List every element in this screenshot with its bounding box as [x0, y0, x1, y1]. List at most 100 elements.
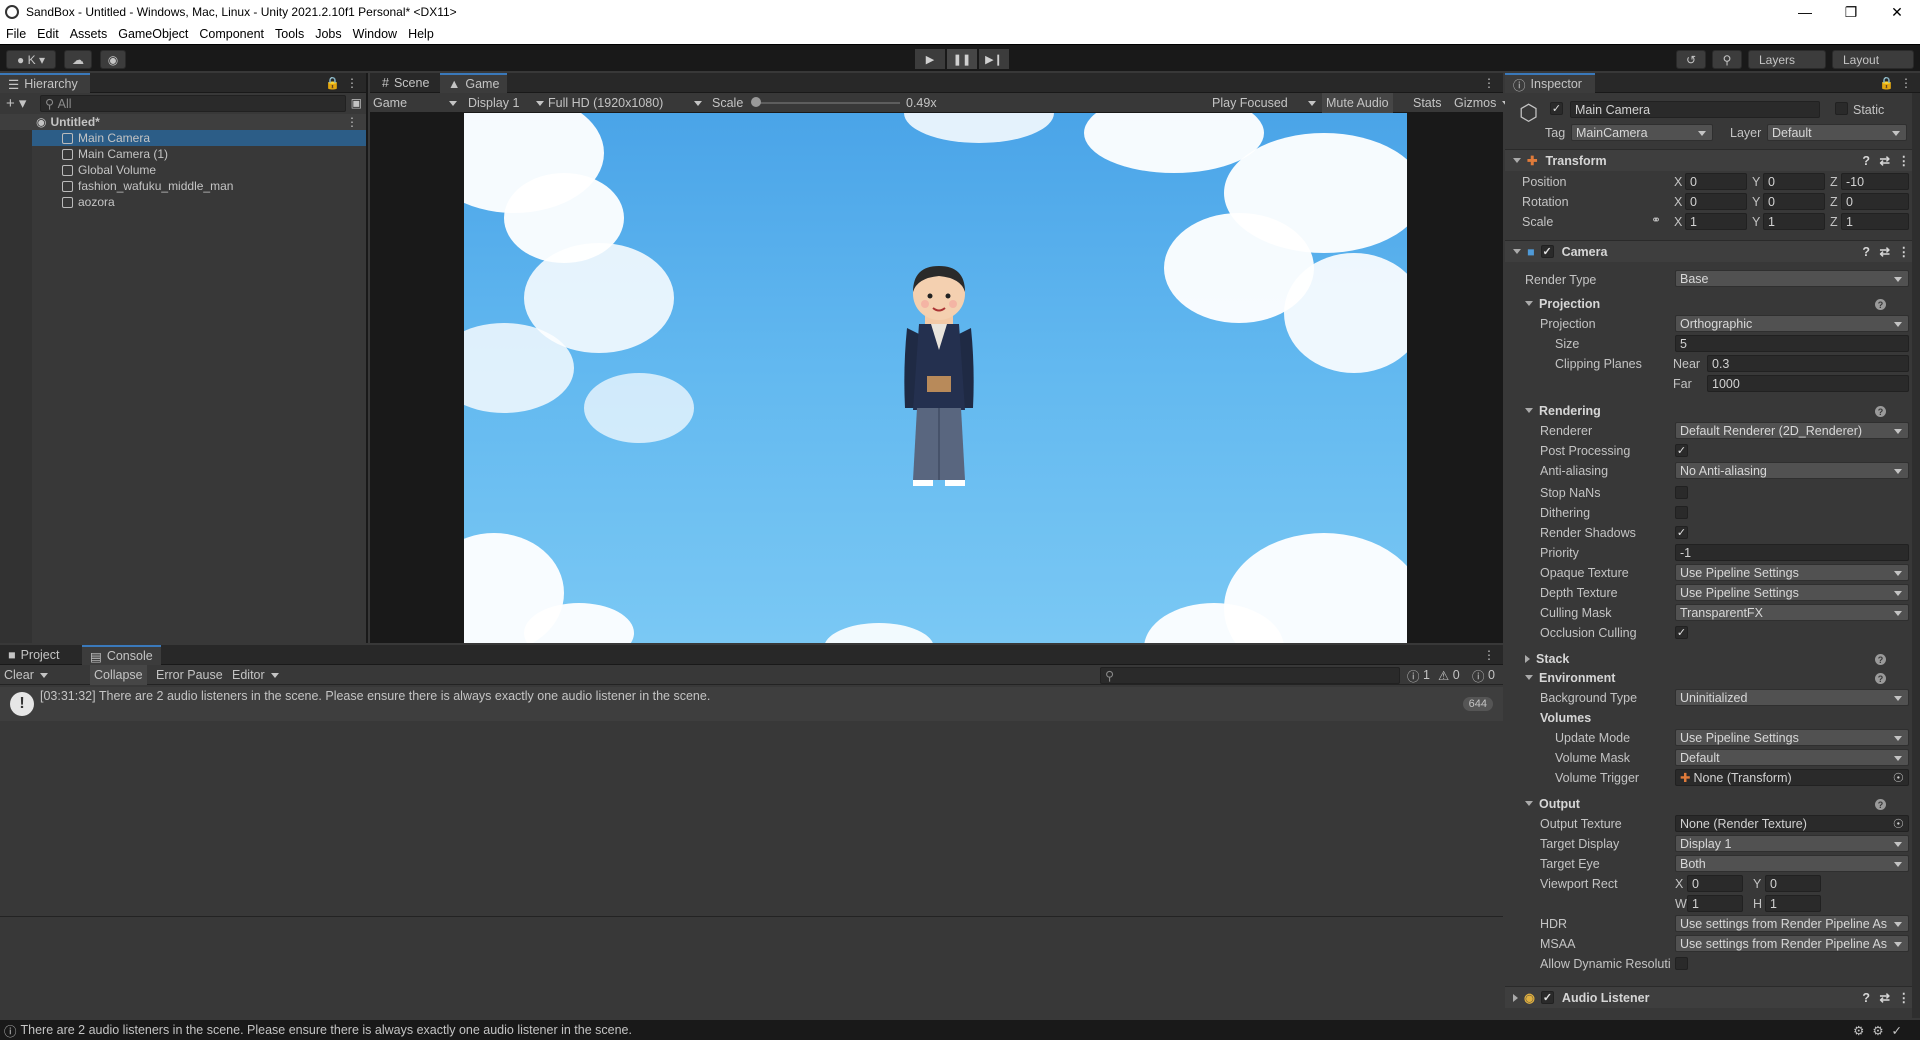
render-type-dropdown[interactable]: Base [1675, 270, 1909, 287]
help-icon[interactable]: ? [1875, 299, 1886, 310]
console-log-entry[interactable]: ! [03:31:32] There are 2 audio listeners… [0, 687, 1503, 721]
preset-icon[interactable]: ⇄ [1880, 153, 1890, 168]
hierarchy-item[interactable]: Main Camera [0, 130, 366, 146]
post-processing-checkbox[interactable]: ✓ [1675, 444, 1688, 457]
resolution-dropdown[interactable]: Full HD (1920x1080) [548, 93, 702, 113]
menu-window[interactable]: Window [353, 27, 397, 41]
tab-project[interactable]: ■ Project [0, 645, 67, 665]
opaque-texture-dropdown[interactable]: Use Pipeline Settings [1675, 564, 1909, 581]
position-z-field[interactable]: -10 [1841, 173, 1909, 190]
hierarchy-item[interactable]: Main Camera (1) [0, 146, 366, 162]
tab-scene[interactable]: # Scene [374, 73, 437, 93]
tab-hierarchy[interactable]: ☰ Hierarchy [0, 73, 90, 93]
hierarchy-item[interactable]: aozora [0, 194, 366, 210]
kebab-menu-icon[interactable]: ⋮ [346, 115, 358, 129]
pause-button[interactable]: ❚❚ [947, 49, 977, 69]
background-type-dropdown[interactable]: Uninitialized [1675, 689, 1909, 706]
depth-texture-dropdown[interactable]: Use Pipeline Settings [1675, 584, 1909, 601]
rotation-x-field[interactable]: 0 [1685, 193, 1747, 210]
scale-y-field[interactable]: 1 [1763, 213, 1825, 230]
inspector-scrollbar[interactable] [1912, 93, 1920, 1018]
scale-x-field[interactable]: 1 [1685, 213, 1747, 230]
dithering-checkbox[interactable] [1675, 506, 1688, 519]
layers-dropdown[interactable]: Layers [1748, 50, 1826, 69]
history-icon[interactable]: ↺ [1676, 50, 1706, 69]
scene-visibility-icon[interactable]: ▣ [351, 96, 362, 110]
error-pause-toggle[interactable]: Error Pause [156, 665, 223, 685]
maximize-button[interactable]: ❐ [1828, 0, 1874, 24]
warning-count-toggle[interactable]: ⚠ 0 [1438, 665, 1460, 685]
menu-tools[interactable]: Tools [275, 27, 304, 41]
hdr-dropdown[interactable]: Use settings from Render Pipeline As [1675, 915, 1909, 932]
lock-icon[interactable]: 🔒 [1879, 76, 1894, 90]
update-mode-dropdown[interactable]: Use Pipeline Settings [1675, 729, 1909, 746]
hierarchy-search-input[interactable]: ⚲ All [40, 95, 346, 112]
help-icon[interactable]: ? [1875, 654, 1886, 665]
tab-console[interactable]: ▤ Console [82, 645, 161, 665]
menu-assets[interactable]: Assets [70, 27, 108, 41]
collab-icon[interactable]: ◉ [100, 50, 126, 69]
camera-header[interactable]: ■ ✓ Camera ? ⇄ ⋮ [1505, 240, 1920, 262]
position-x-field[interactable]: 0 [1685, 173, 1747, 190]
tag-dropdown[interactable]: MainCamera [1571, 124, 1713, 141]
stack-section[interactable]: Stack [1525, 650, 1569, 667]
console-search-input[interactable]: ⚲ [1100, 667, 1400, 684]
audio-listener-header[interactable]: ◉ ✓ Audio Listener ? ⇄ ⋮ [1505, 986, 1920, 1008]
static-checkbox[interactable] [1835, 102, 1848, 115]
priority-field[interactable]: -1 [1675, 544, 1909, 561]
mute-audio-toggle[interactable]: Mute Audio [1322, 93, 1393, 113]
viewport-y-field[interactable]: 0 [1765, 875, 1821, 892]
rotation-z-field[interactable]: 0 [1841, 193, 1909, 210]
help-icon[interactable]: ? [1862, 245, 1870, 259]
clear-button[interactable]: Clear [4, 665, 48, 685]
kebab-menu-icon[interactable]: ⋮ [1483, 648, 1495, 662]
target-display-dropdown[interactable]: Display 1 [1675, 835, 1909, 852]
menu-file[interactable]: File [6, 27, 26, 41]
step-button[interactable]: ▶❙ [979, 49, 1009, 69]
scene-row[interactable]: ◉ Untitled* ⋮ [0, 114, 366, 130]
render-shadows-checkbox[interactable]: ✓ [1675, 526, 1688, 539]
log-count-toggle[interactable]: ⓘ 1 [1407, 665, 1430, 685]
menu-help[interactable]: Help [408, 27, 434, 41]
preset-icon[interactable]: ⇄ [1880, 244, 1890, 259]
stop-nans-checkbox[interactable] [1675, 486, 1688, 499]
status-bar[interactable]: ⓘ There are 2 audio listeners in the sce… [0, 1020, 1920, 1040]
menu-jobs[interactable]: Jobs [315, 27, 341, 41]
layout-dropdown[interactable]: Layout [1832, 50, 1914, 69]
tab-inspector[interactable]: ⓘ Inspector [1505, 73, 1595, 93]
menu-gameobject[interactable]: GameObject [118, 27, 188, 41]
object-name-input[interactable]: Main Camera [1570, 101, 1820, 118]
rendering-section[interactable]: Rendering [1525, 402, 1601, 419]
viewport-h-field[interactable]: 1 [1765, 895, 1821, 912]
editor-dropdown[interactable]: Editor [232, 665, 279, 685]
object-picker-icon[interactable]: ☉ [1893, 770, 1904, 785]
help-icon[interactable]: ? [1862, 154, 1870, 168]
menu-component[interactable]: Component [199, 27, 264, 41]
stats-toggle[interactable]: Stats [1413, 93, 1442, 113]
minimize-button[interactable]: — [1782, 0, 1828, 24]
hierarchy-item[interactable]: Global Volume [0, 162, 366, 178]
account-dropdown[interactable]: ● K ▾ [6, 50, 56, 69]
position-y-field[interactable]: 0 [1763, 173, 1825, 190]
scale-z-field[interactable]: 1 [1841, 213, 1909, 230]
hierarchy-item[interactable]: fashion_wafuku_middle_man [0, 178, 366, 194]
active-checkbox[interactable]: ✓ [1550, 102, 1563, 115]
tab-game[interactable]: ▲ Game [440, 73, 508, 93]
kebab-menu-icon[interactable]: ⋮ [1900, 76, 1912, 90]
lock-icon[interactable]: 🔒 [325, 76, 340, 90]
output-texture-field[interactable]: None (Render Texture) ☉ [1675, 815, 1909, 832]
display-dropdown[interactable]: Display 1 [468, 93, 544, 113]
kebab-menu-icon[interactable]: ⋮ [1898, 990, 1911, 1005]
volume-trigger-field[interactable]: ✚ None (Transform) ☉ [1675, 769, 1909, 786]
play-mode-dropdown[interactable]: Play Focused [1212, 93, 1316, 113]
size-field[interactable]: 5 [1675, 335, 1909, 352]
object-picker-icon[interactable]: ☉ [1893, 816, 1904, 831]
constrain-link-icon[interactable]: ⚭ [1651, 213, 1661, 227]
kebab-menu-icon[interactable]: ⋮ [1898, 244, 1911, 259]
gizmos-dropdown[interactable]: Gizmos [1454, 93, 1502, 113]
close-window-button[interactable]: ✕ [1874, 0, 1920, 24]
transform-header[interactable]: ✚ Transform ? ⇄ ⋮ [1505, 149, 1920, 171]
near-field[interactable]: 0.3 [1707, 355, 1909, 372]
view-mode-dropdown[interactable]: Game [373, 93, 457, 113]
collapse-toggle[interactable]: Collapse [90, 665, 147, 685]
